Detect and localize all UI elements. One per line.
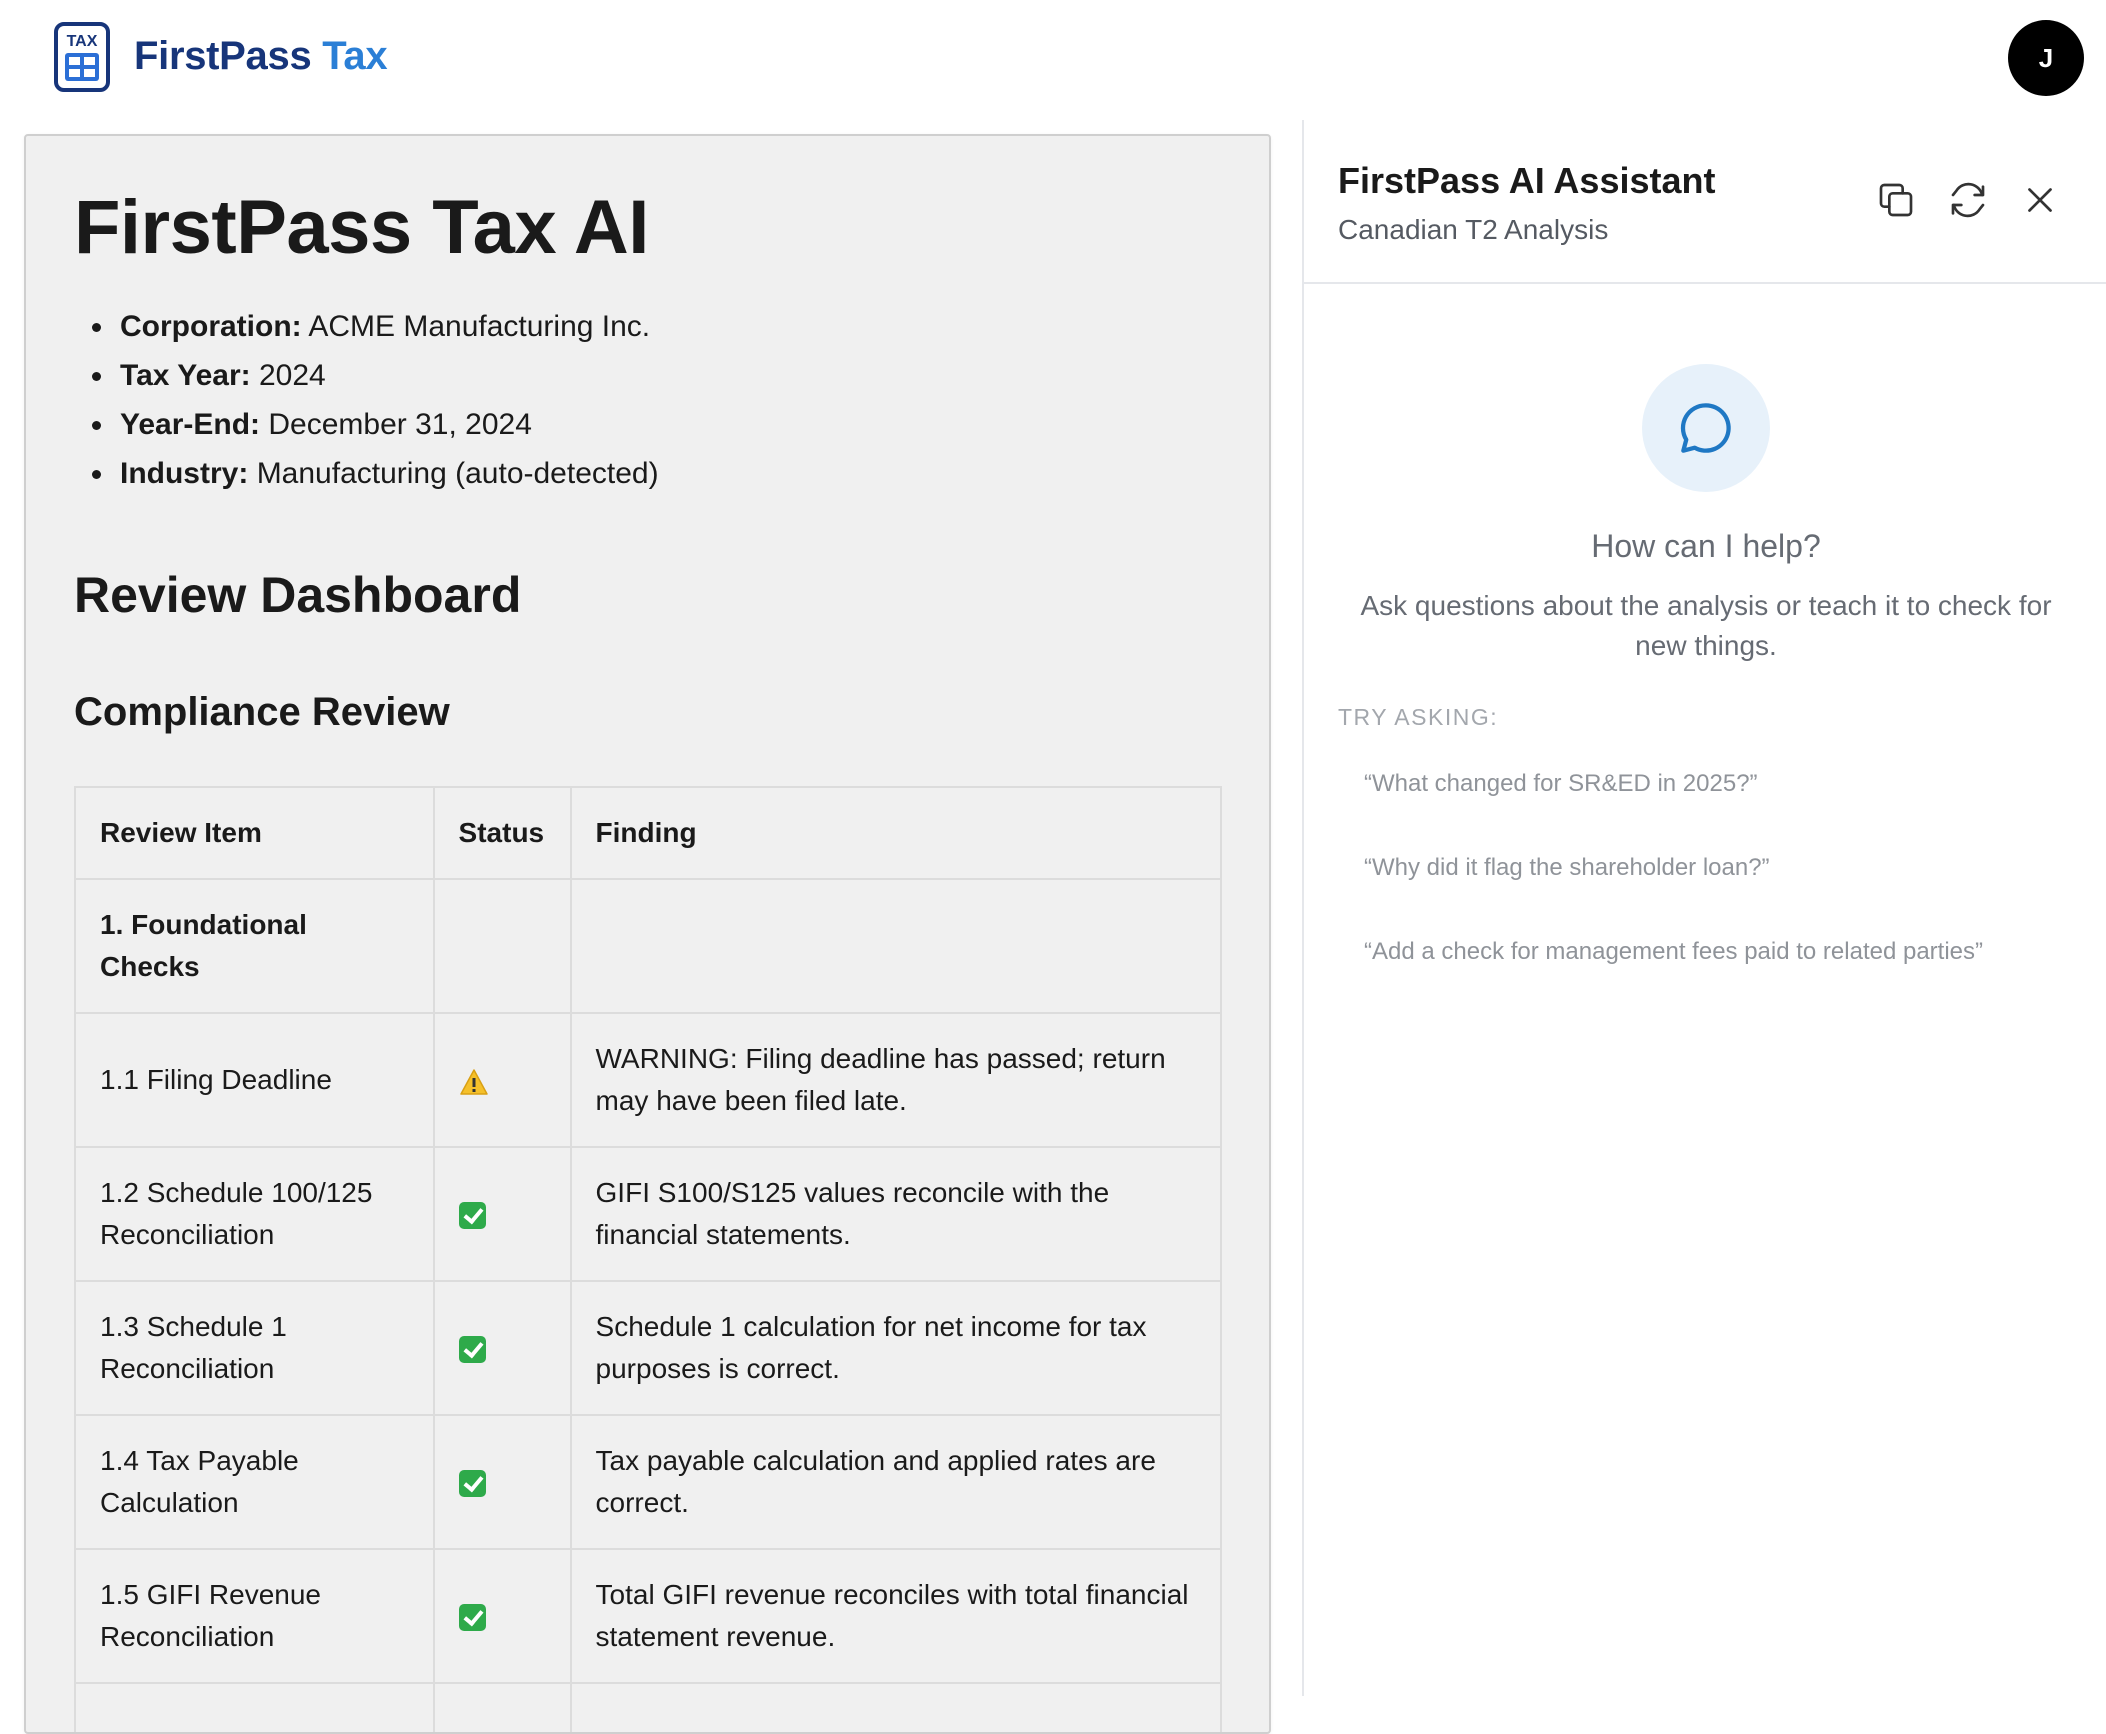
table-row: 1.3 Schedule 1 Reconciliation Schedule 1…: [74, 1280, 1223, 1416]
review-item: [74, 1682, 435, 1732]
status-cell: [432, 1012, 572, 1148]
check-icon: [458, 1604, 486, 1632]
review-item: 1.4 Tax Payable Calculation: [74, 1414, 435, 1550]
review-item: 1.1 Filing Deadline: [74, 1012, 435, 1148]
table-row: 1.4 Tax Payable Calculation Tax payable …: [74, 1414, 1223, 1550]
finding: WARNING: Filing deadline has passed; ret…: [569, 1012, 1223, 1148]
empty-state-description: Ask questions about the analysis or teac…: [1360, 590, 2052, 661]
brand-name[interactable]: FirstPass Tax: [134, 34, 388, 79]
tax-logo-icon[interactable]: TAX: [54, 22, 110, 92]
column-header-finding: Finding: [569, 786, 1223, 880]
close-button[interactable]: [2018, 178, 2062, 222]
empty-state-title: How can I help?: [1591, 528, 1821, 564]
brand-accent: Tax: [322, 34, 388, 78]
meta-year-end: Year-End: December 31, 2024: [116, 400, 659, 449]
meta-value: 2024: [259, 359, 326, 392]
chat-bubble-icon: [1680, 403, 1731, 453]
check-icon: [458, 1336, 486, 1364]
suggestion-prompt[interactable]: “Why did it flag the shareholder loan?”: [1364, 854, 1770, 882]
meta-value: December 31, 2024: [268, 408, 532, 441]
suggestion-prompt[interactable]: “What changed for SR&ED in 2025?”: [1364, 770, 1758, 798]
table-row: 1.5 GIFI Revenue Reconciliation Total GI…: [74, 1548, 1223, 1684]
section-heading: Compliance Review: [74, 690, 450, 734]
table-row: [74, 1682, 1223, 1732]
page-title: FirstPass Tax AI: [74, 185, 649, 270]
ai-assistant-panel: FirstPass AI Assistant Canadian T2 Analy…: [1302, 120, 2106, 1696]
assistant-header: FirstPass AI Assistant Canadian T2 Analy…: [1304, 120, 2106, 284]
refresh-icon: [1951, 182, 1985, 218]
suggestion-prompt[interactable]: “Add a check for management fees paid to…: [1364, 938, 1983, 966]
finding: [569, 1682, 1223, 1732]
meta-label: Year-End:: [120, 408, 261, 441]
assistant-title: FirstPass AI Assistant: [1338, 160, 1716, 201]
column-header-status: Status: [432, 786, 572, 880]
finding: Tax payable calculation and applied rate…: [569, 1414, 1223, 1550]
finding: Schedule 1 calculation for net income fo…: [569, 1280, 1223, 1416]
section-label: 1. Foundational Checks: [74, 878, 435, 1014]
brand-primary: FirstPass: [134, 34, 312, 78]
check-icon: [458, 1470, 486, 1498]
empty-cell: [569, 878, 1223, 1014]
copy-icon: [1879, 183, 1913, 217]
table-row: 1.1 Filing Deadline WARNING: Filing dead…: [74, 1012, 1223, 1148]
column-header-review-item: Review Item: [74, 786, 435, 880]
meta-value: Manufacturing (auto-detected): [256, 457, 659, 490]
report-document: FirstPass Tax AI Corporation: ACME Manuf…: [24, 134, 1271, 1734]
table-section-row: 1. Foundational Checks: [74, 878, 1223, 1014]
meta-corporation: Corporation: ACME Manufacturing Inc.: [116, 302, 659, 351]
status-cell: [432, 1682, 572, 1732]
top-bar: TAX FirstPass Tax J: [0, 0, 2106, 120]
table-header-row: Review Item Status Finding: [74, 786, 1223, 880]
finding: Total GIFI revenue reconciles with total…: [569, 1548, 1223, 1684]
review-item: 1.5 GIFI Revenue Reconciliation: [74, 1548, 435, 1684]
close-icon: [2028, 188, 2052, 212]
review-item: 1.2 Schedule 100/125 Reconciliation: [74, 1146, 435, 1282]
corporation-meta-list: Corporation: ACME Manufacturing Inc. Tax…: [116, 302, 659, 498]
review-item: 1.3 Schedule 1 Reconciliation: [74, 1280, 435, 1416]
refresh-button[interactable]: [1946, 178, 1990, 222]
warning-icon: [459, 1068, 488, 1095]
meta-industry: Industry: Manufacturing (auto-detected): [116, 449, 659, 498]
meta-tax-year: Tax Year: 2024: [116, 351, 659, 400]
compliance-review-table: Review Item Status Finding 1. Foundation…: [74, 786, 1223, 1732]
empty-cell: [432, 878, 572, 1014]
status-cell: [432, 1280, 572, 1416]
empty-state-icon: [1642, 364, 1770, 492]
user-avatar[interactable]: J: [2008, 20, 2084, 96]
finding: GIFI S100/S125 values reconcile with the…: [569, 1146, 1223, 1282]
meta-value: ACME Manufacturing Inc.: [308, 310, 651, 343]
check-icon: [458, 1202, 486, 1230]
meta-label: Corporation:: [120, 310, 302, 343]
try-asking-label: TRY ASKING:: [1338, 704, 1499, 730]
table-row: 1.2 Schedule 100/125 Reconciliation GIFI…: [74, 1146, 1223, 1282]
assistant-subtitle: Canadian T2 Analysis: [1338, 214, 1609, 245]
status-cell: [432, 1146, 572, 1282]
meta-label: Industry:: [120, 457, 249, 490]
copy-button[interactable]: [1874, 178, 1918, 222]
status-cell: [432, 1548, 572, 1684]
status-cell: [432, 1414, 572, 1550]
dashboard-heading: Review Dashboard: [74, 567, 522, 623]
logo-text: TAX: [67, 33, 98, 50]
meta-label: Tax Year:: [120, 359, 251, 392]
